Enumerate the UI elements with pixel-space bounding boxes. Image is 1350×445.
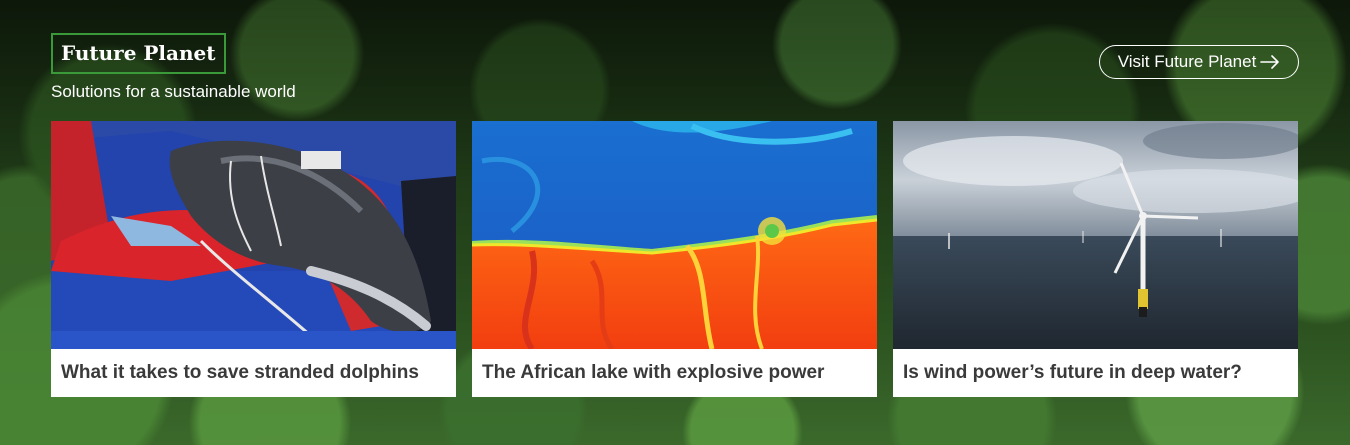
offshore-wind-turbines-photo[interactable] bbox=[893, 121, 1298, 349]
story-cards: What it takes to save stranded dolphins bbox=[51, 121, 1298, 397]
story-card-dolphins[interactable]: What it takes to save stranded dolphins bbox=[51, 121, 456, 397]
arrow-right-icon bbox=[1260, 55, 1280, 69]
future-planet-brand[interactable]: Future Planet bbox=[51, 33, 226, 74]
brand-tagline: Solutions for a sustainable world bbox=[51, 82, 296, 101]
story-card-african-lake[interactable]: The African lake with explosive power bbox=[472, 121, 877, 397]
story-card-wind-power[interactable]: Is wind power’s future in deep water? bbox=[893, 121, 1298, 397]
visit-button-label: Visit Future Planet bbox=[1117, 52, 1257, 71]
lake-fluid-illustration[interactable] bbox=[472, 121, 877, 349]
card-title[interactable]: Is wind power’s future in deep water? bbox=[893, 349, 1298, 397]
card-title[interactable]: The African lake with explosive power bbox=[472, 349, 877, 397]
dolphin-photo[interactable] bbox=[51, 121, 456, 349]
brand-title: Future Planet bbox=[61, 41, 216, 65]
card-title[interactable]: What it takes to save stranded dolphins bbox=[51, 349, 456, 397]
visit-future-planet-button[interactable]: Visit Future Planet bbox=[1099, 45, 1299, 79]
